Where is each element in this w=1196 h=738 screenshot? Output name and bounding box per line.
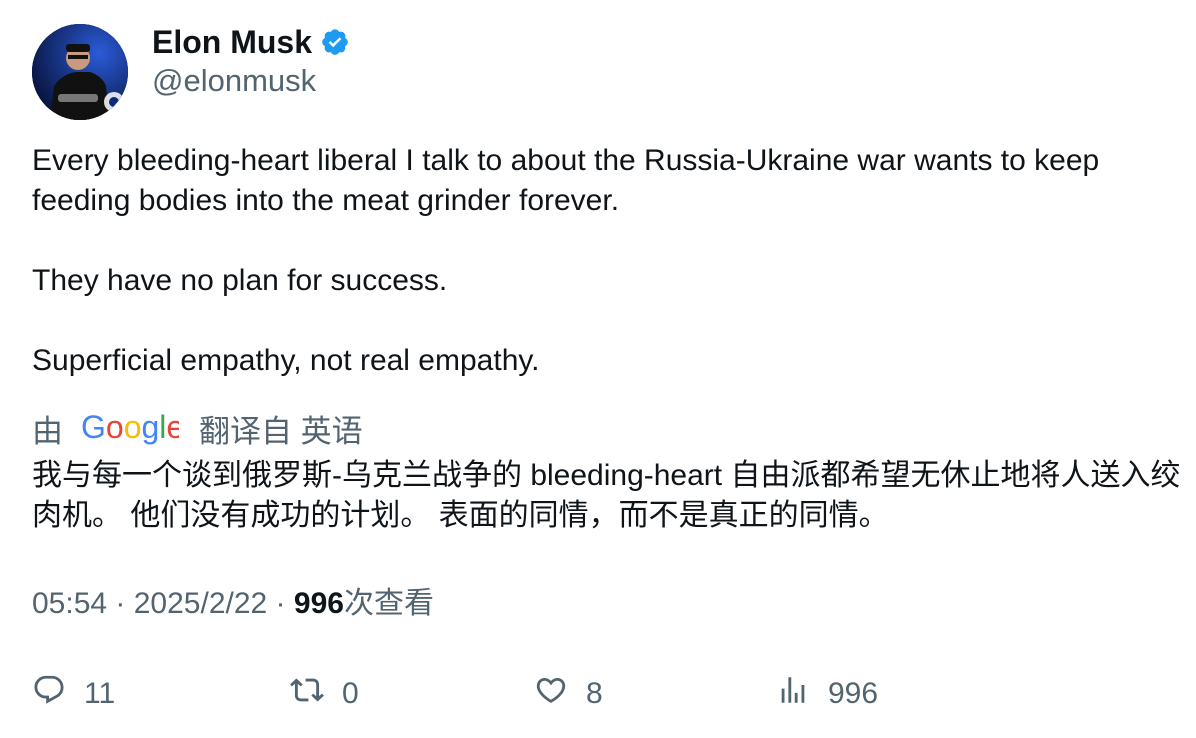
bar-chart-icon: [776, 673, 810, 715]
views-action-count: 996: [828, 677, 879, 710]
tweet-metadata: 05:54 · 2025/2/22 · 996次查看: [32, 584, 434, 624]
action-bar: 11 0 8 996: [32, 670, 1172, 718]
author-name[interactable]: Elon Musk: [152, 22, 312, 62]
tweet-paragraph: They have no plan for success.: [32, 264, 448, 297]
separator: ·: [267, 587, 294, 620]
tweet-time[interactable]: 05:54: [32, 587, 107, 620]
like-button[interactable]: 8: [534, 670, 603, 718]
tweet-text: Every bleeding-heart liberal I talk to a…: [32, 141, 1172, 381]
svg-text:Google: Google: [81, 410, 179, 445]
translation-suffix: 翻译自 英语: [199, 413, 363, 449]
reply-button[interactable]: 11: [32, 670, 115, 718]
reply-icon: [32, 673, 66, 715]
reply-count: 11: [84, 677, 116, 710]
author-handle[interactable]: @elonmusk: [152, 62, 316, 100]
translated-text: 我与每一个谈到俄罗斯-乌克兰战争的 bleeding-heart 自由派都希望无…: [32, 459, 1181, 532]
views-count: 996: [293, 587, 344, 620]
tweet-paragraph: Every bleeding-heart liberal I talk to a…: [32, 144, 1100, 217]
separator: ·: [107, 587, 134, 620]
verified-badge-icon: [320, 27, 350, 57]
like-count: 8: [586, 677, 603, 710]
tweet-date[interactable]: 2025/2/22: [134, 587, 267, 620]
tweet-paragraph: Superficial empathy, not real empathy.: [32, 344, 540, 377]
retweet-button[interactable]: 0: [290, 670, 359, 718]
profile-photo: [32, 24, 128, 120]
heart-icon: [534, 673, 568, 715]
retweet-icon: [290, 673, 324, 715]
views-button[interactable]: 996: [776, 670, 878, 718]
retweet-count: 0: [342, 677, 359, 710]
translation-prefix: 由: [32, 413, 63, 449]
translation-attribution[interactable]: 由 Google 翻译自 英语: [32, 408, 363, 449]
google-logo-icon: Google: [81, 410, 179, 446]
views-label: 次查看: [343, 587, 434, 620]
avatar[interactable]: [32, 24, 128, 120]
